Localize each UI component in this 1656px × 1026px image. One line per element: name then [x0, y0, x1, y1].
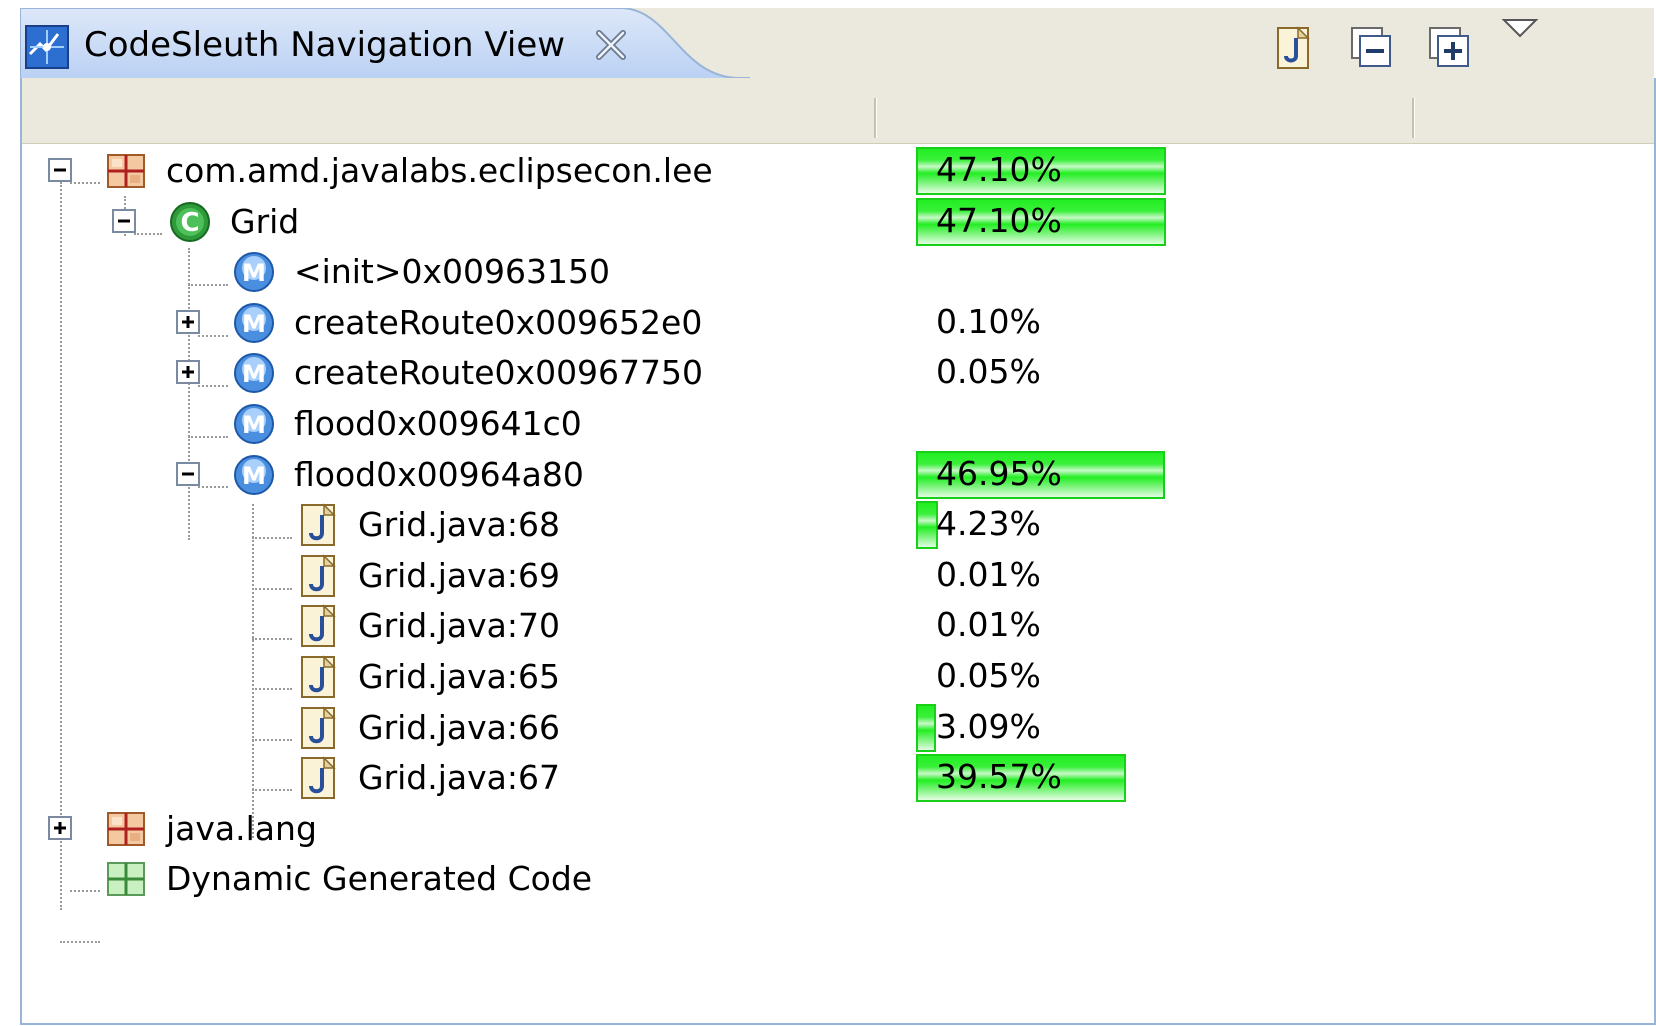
tree-item-label: Dynamic Generated Code — [166, 859, 593, 898]
tree-item-label: Grid.java:66 — [358, 708, 560, 747]
tree-row[interactable]: Grid.java:68 4.23% — [22, 498, 1654, 551]
method-icon: M — [232, 453, 276, 497]
java-file-icon — [296, 503, 340, 547]
view-menu-icon[interactable] — [1500, 14, 1540, 44]
column-divider[interactable] — [874, 98, 877, 138]
expand-toggle-icon[interactable] — [48, 816, 72, 840]
method-icon: M — [232, 250, 276, 294]
expand-toggle-icon[interactable] — [176, 360, 200, 384]
percent-value: 47.10% — [936, 201, 1062, 240]
package-icon — [104, 807, 148, 851]
tree-item-label: Grid.java:68 — [358, 505, 560, 544]
tree-item-label: Grid — [230, 202, 300, 241]
percent-value: 39.57% — [936, 757, 1062, 796]
expand-all-icon[interactable] — [1428, 26, 1472, 70]
method-icon: M — [232, 301, 276, 345]
tree-row[interactable]: Grid.java:67 39.57% — [22, 751, 1654, 804]
collapse-toggle-icon[interactable] — [176, 462, 200, 486]
tree-row[interactable]: McreateRoute0x009652e0 0.10% — [22, 296, 1654, 349]
tree-row[interactable]: Mflood0x00964a80 46.95% — [22, 448, 1654, 501]
tree-row[interactable]: com.amd.javalabs.eclipsecon.lee 47.10% — [22, 144, 1654, 197]
percent-value: 0.05% — [936, 656, 1041, 695]
tree-item-label: <init>0x00963150 — [294, 252, 610, 291]
tree-item-label: createRoute0x00967750 — [294, 353, 704, 392]
view-title: CodeSleuth Navigation View — [84, 25, 566, 65]
percent-value: 0.01% — [936, 555, 1041, 594]
tree-item-label: Grid.java:65 — [358, 657, 560, 696]
svg-text:M: M — [242, 360, 266, 388]
tree-row[interactable]: Grid.java:69 0.01% — [22, 549, 1654, 602]
percent-value: 3.09% — [936, 707, 1041, 746]
java-file-icon — [296, 756, 340, 800]
java-file-icon[interactable] — [1272, 26, 1316, 70]
tree-row[interactable]: Grid.java:65 0.05% — [22, 650, 1654, 703]
svg-text:M: M — [242, 411, 266, 439]
tree-row[interactable]: McreateRoute0x00967750 0.05% — [22, 346, 1654, 399]
collapse-toggle-icon[interactable] — [112, 209, 136, 233]
expand-toggle-icon[interactable] — [176, 310, 200, 334]
view-content: com.amd.javalabs.eclipsecon.lee 47.10% C Gr… — [20, 78, 1656, 1025]
percent-value: 0.10% — [936, 302, 1041, 341]
java-file-icon — [296, 604, 340, 648]
column-divider[interactable] — [1412, 98, 1415, 138]
tree-row[interactable]: java.lang — [22, 802, 1654, 855]
collapse-toggle-icon[interactable] — [48, 158, 72, 182]
svg-text:M: M — [242, 462, 266, 490]
percent-value: 47.10% — [936, 150, 1062, 189]
column-header — [22, 78, 1654, 144]
percent-value: 46.95% — [936, 454, 1062, 493]
tree-row[interactable]: Dynamic Generated Code — [22, 852, 1654, 905]
view-tab-bar: CodeSleuth Navigation View — [20, 8, 1654, 84]
percent-bar — [916, 704, 936, 752]
percent-value: 0.05% — [936, 352, 1041, 391]
tree-row[interactable]: C Grid 47.10% — [22, 195, 1654, 248]
package-icon — [104, 149, 148, 193]
svg-text:M: M — [242, 259, 266, 287]
java-file-icon — [296, 706, 340, 750]
collapse-all-icon[interactable] — [1350, 26, 1394, 70]
tree-item-label: java.lang — [166, 809, 317, 848]
svg-text:C: C — [180, 208, 199, 238]
tree-item-label: createRoute0x009652e0 — [294, 303, 703, 342]
tree-item-label: flood0x00964a80 — [294, 455, 584, 494]
percent-bar — [916, 501, 938, 549]
tree-item-label: Grid.java:70 — [358, 606, 560, 645]
tab-codesleuth-navigation-view[interactable]: CodeSleuth Navigation View — [20, 8, 750, 84]
close-icon[interactable] — [592, 26, 630, 64]
java-file-icon — [296, 655, 340, 699]
svg-text:M: M — [242, 310, 266, 338]
tree-item-label: Grid.java:67 — [358, 758, 560, 797]
tree-row[interactable]: Grid.java:66 3.09% — [22, 701, 1654, 754]
percent-value: 0.01% — [936, 605, 1041, 644]
tree-item-label: com.amd.javalabs.eclipsecon.lee — [166, 151, 713, 190]
tree-row[interactable]: Mflood0x009641c0 — [22, 397, 1654, 450]
method-icon: M — [232, 402, 276, 446]
tree-item-label: flood0x009641c0 — [294, 404, 582, 443]
generated-package-icon — [104, 857, 148, 901]
tree-item-label: Grid.java:69 — [358, 556, 560, 595]
class-icon: C — [168, 200, 212, 244]
navigation-tree: com.amd.javalabs.eclipsecon.lee 47.10% C Gr… — [22, 144, 1654, 1014]
navigation-view: CodeSleuth Navigation View com.amd.javal… — [20, 8, 1656, 1025]
navigation-view-icon — [25, 25, 69, 69]
tree-row[interactable]: Grid.java:70 0.01% — [22, 599, 1654, 652]
percent-value: 4.23% — [936, 504, 1041, 543]
java-file-icon — [296, 554, 340, 598]
method-icon: M — [232, 351, 276, 395]
tree-row[interactable]: M <init>0x00963150 — [22, 245, 1654, 298]
